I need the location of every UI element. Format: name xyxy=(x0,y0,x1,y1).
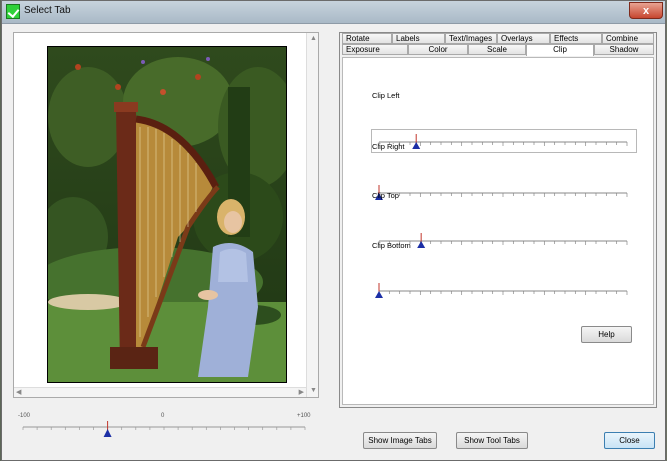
clip-slider-label: Clip Top xyxy=(372,191,399,200)
scroll-left-arrow-icon[interactable]: ◀ xyxy=(16,389,21,397)
scroll-down-arrow-icon[interactable]: ▼ xyxy=(310,387,317,395)
window-title: Select Tab xyxy=(24,5,71,16)
tab-rotate[interactable]: Rotate xyxy=(342,33,392,44)
show-image-tabs-button[interactable]: Show Image Tabs xyxy=(363,432,437,449)
tab-color[interactable]: Color xyxy=(408,44,468,55)
tab-labels[interactable]: Labels xyxy=(392,33,445,44)
title-bar: Select Tab x xyxy=(2,1,665,24)
tab-combine[interactable]: Combine xyxy=(602,33,654,44)
tab-clip[interactable]: Clip xyxy=(526,44,594,56)
scroll-right-arrow-icon[interactable]: ▶ xyxy=(299,389,304,397)
clip-slider-track[interactable] xyxy=(343,281,655,301)
tab-text-images[interactable]: Text/Images xyxy=(445,33,497,44)
image-preview-panel: ▲ ▼ ◀ ▶ xyxy=(13,32,319,398)
tool-tab-panel: Rotate Labels Text/Images Overlays Effects Co… xyxy=(339,32,657,408)
preview-vertical-scrollbar[interactable]: ▲ ▼ xyxy=(306,33,318,397)
clip-slider-thumb[interactable] xyxy=(412,142,421,149)
tab-shadow[interactable]: Shadow xyxy=(594,44,654,55)
clip-slider-thumb[interactable] xyxy=(375,291,383,298)
harp-photo xyxy=(47,46,287,383)
clip-slider-label: Clip Left xyxy=(372,91,400,100)
scroll-up-arrow-icon[interactable]: ▲ xyxy=(310,35,317,43)
bottom-slider-thumb[interactable] xyxy=(103,429,112,437)
show-tool-tabs-button[interactable]: Show Tool Tabs xyxy=(456,432,528,449)
help-button[interactable]: Help xyxy=(581,326,632,343)
app-check-icon xyxy=(6,4,20,19)
clip-tab-content: Clip Left Clip Right Clip Top Clip Bottom H… xyxy=(342,57,654,405)
select-tab-dialog: Select Tab x ▲ ▼ ◀ ▶ -100 0 +100 Rotate … xyxy=(1,0,666,461)
bottom-slider-track[interactable] xyxy=(15,413,315,441)
close-icon[interactable]: x xyxy=(629,2,663,19)
clip-slider-label: Clip Right xyxy=(372,142,405,151)
preview-horizontal-scrollbar[interactable]: ◀ ▶ xyxy=(14,387,306,397)
bottom-adjust-slider[interactable]: -100 0 +100 xyxy=(15,413,315,441)
close-button[interactable]: Close xyxy=(604,432,655,449)
clip-slider-thumb[interactable] xyxy=(417,241,426,248)
tab-exposure[interactable]: Exposure xyxy=(342,44,408,55)
clip-slider-label: Clip Bottom xyxy=(372,241,411,250)
tab-effects[interactable]: Effects xyxy=(550,33,602,44)
tab-scale[interactable]: Scale xyxy=(468,44,526,55)
tab-overlays[interactable]: Overlays xyxy=(497,33,550,44)
